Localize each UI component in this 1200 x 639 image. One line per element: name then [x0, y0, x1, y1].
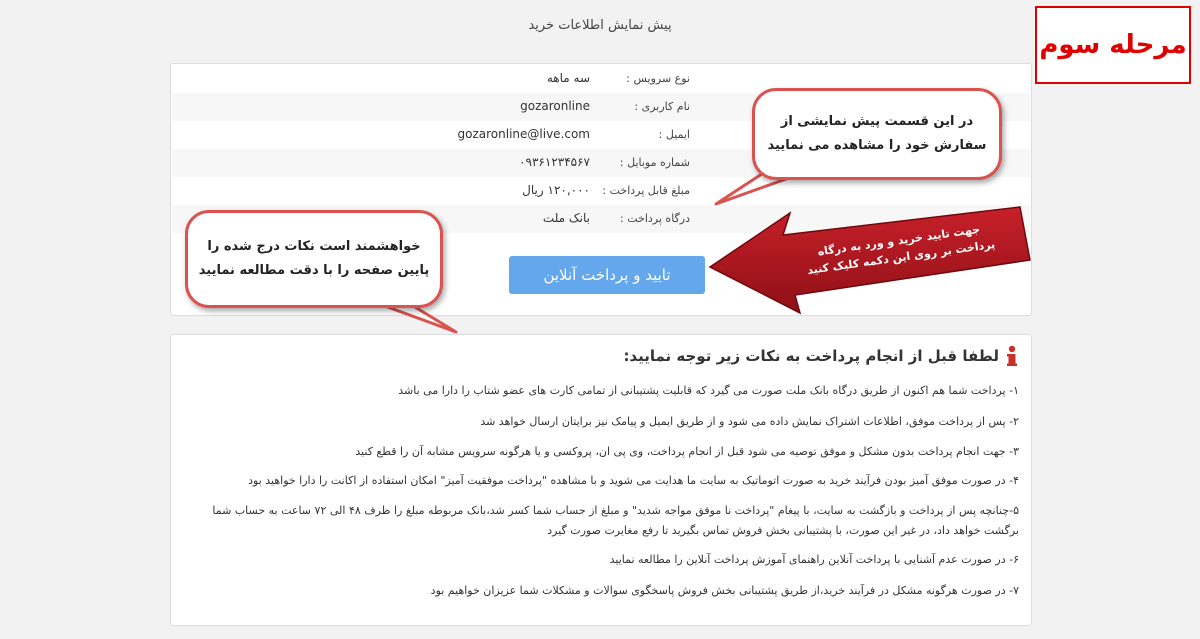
info-row-amount: مبلغ قابل پرداخت : ۱۲۰,۰۰۰ ریال	[172, 177, 1030, 205]
note-item: ۶- در صورت عدم آشنایی با پرداخت آنلاین ر…	[609, 553, 1019, 566]
info-value: ۰۹۳۶۱۲۳۴۵۶۷	[519, 155, 590, 169]
payment-notes-panel: لطفا قبل از انجام پرداخت به نکات زیر توج…	[170, 334, 1032, 626]
callout-line: پایین صفحه را با دقت مطالعه نمایید	[198, 263, 430, 278]
info-label: نام کاربری :	[634, 100, 690, 113]
note-item: ۷- در صورت هرگونه مشکل در فرآیند خرید،از…	[430, 584, 1019, 597]
info-label: ایمیل :	[658, 128, 690, 141]
callout-line: خواهشمند است نکات درج شده را	[207, 239, 421, 254]
info-value: gozaronline@live.com	[457, 127, 590, 141]
read-notes-callout: خواهشمند است نکات درج شده را پایین صفحه …	[185, 210, 443, 308]
preview-callout: در این قسمت پیش نمایشی از سفارش خود را م…	[752, 88, 1002, 180]
note-item: ۱- پرداخت شما هم اکنون از طریق درگاه بان…	[398, 384, 1019, 397]
note-item: ۵-چنانچه پس از پرداخت و بازگشت به سایت، …	[212, 504, 1019, 537]
info-label: درگاه پرداخت :	[620, 212, 690, 225]
info-label: شماره موبایل :	[619, 156, 690, 169]
info-value: سه ماهه	[546, 71, 590, 85]
info-label: نوع سرویس :	[626, 72, 690, 85]
page-title: پیش نمایش اطلاعات خرید	[528, 18, 672, 33]
callout-line: در این قسمت پیش نمایشی از	[780, 114, 974, 129]
info-label: مبلغ قابل پرداخت :	[602, 184, 690, 197]
note-item: ۴- در صورت موفق آمیز بودن فرآیند خرید به…	[248, 474, 1019, 487]
callout-line: سفارش خود را مشاهده می نمایید	[767, 138, 987, 153]
notes-title: لطفا قبل از انجام پرداخت به نکات زیر توج…	[623, 347, 999, 365]
note-item: ۲- پس از پرداخت موفق، اطلاعات اشتراک نما…	[480, 415, 1019, 428]
stage-label-box: مرحله سوم	[1035, 6, 1191, 84]
info-value: ۱۲۰,۰۰۰ ریال	[522, 183, 590, 197]
confirm-pay-online-button[interactable]: تایید و پرداخت آنلاین	[509, 256, 705, 294]
info-value: gozaronline	[520, 99, 590, 113]
notes-header: لطفا قبل از انجام پرداخت به نکات زیر توج…	[623, 345, 1019, 367]
info-value: بانک ملت	[542, 211, 590, 225]
stage-label: مرحله سوم	[1039, 30, 1187, 60]
note-item: ۳- جهت انجام پرداخت بدون مشکل و موفق توص…	[355, 445, 1019, 458]
info-icon	[1007, 345, 1017, 366]
